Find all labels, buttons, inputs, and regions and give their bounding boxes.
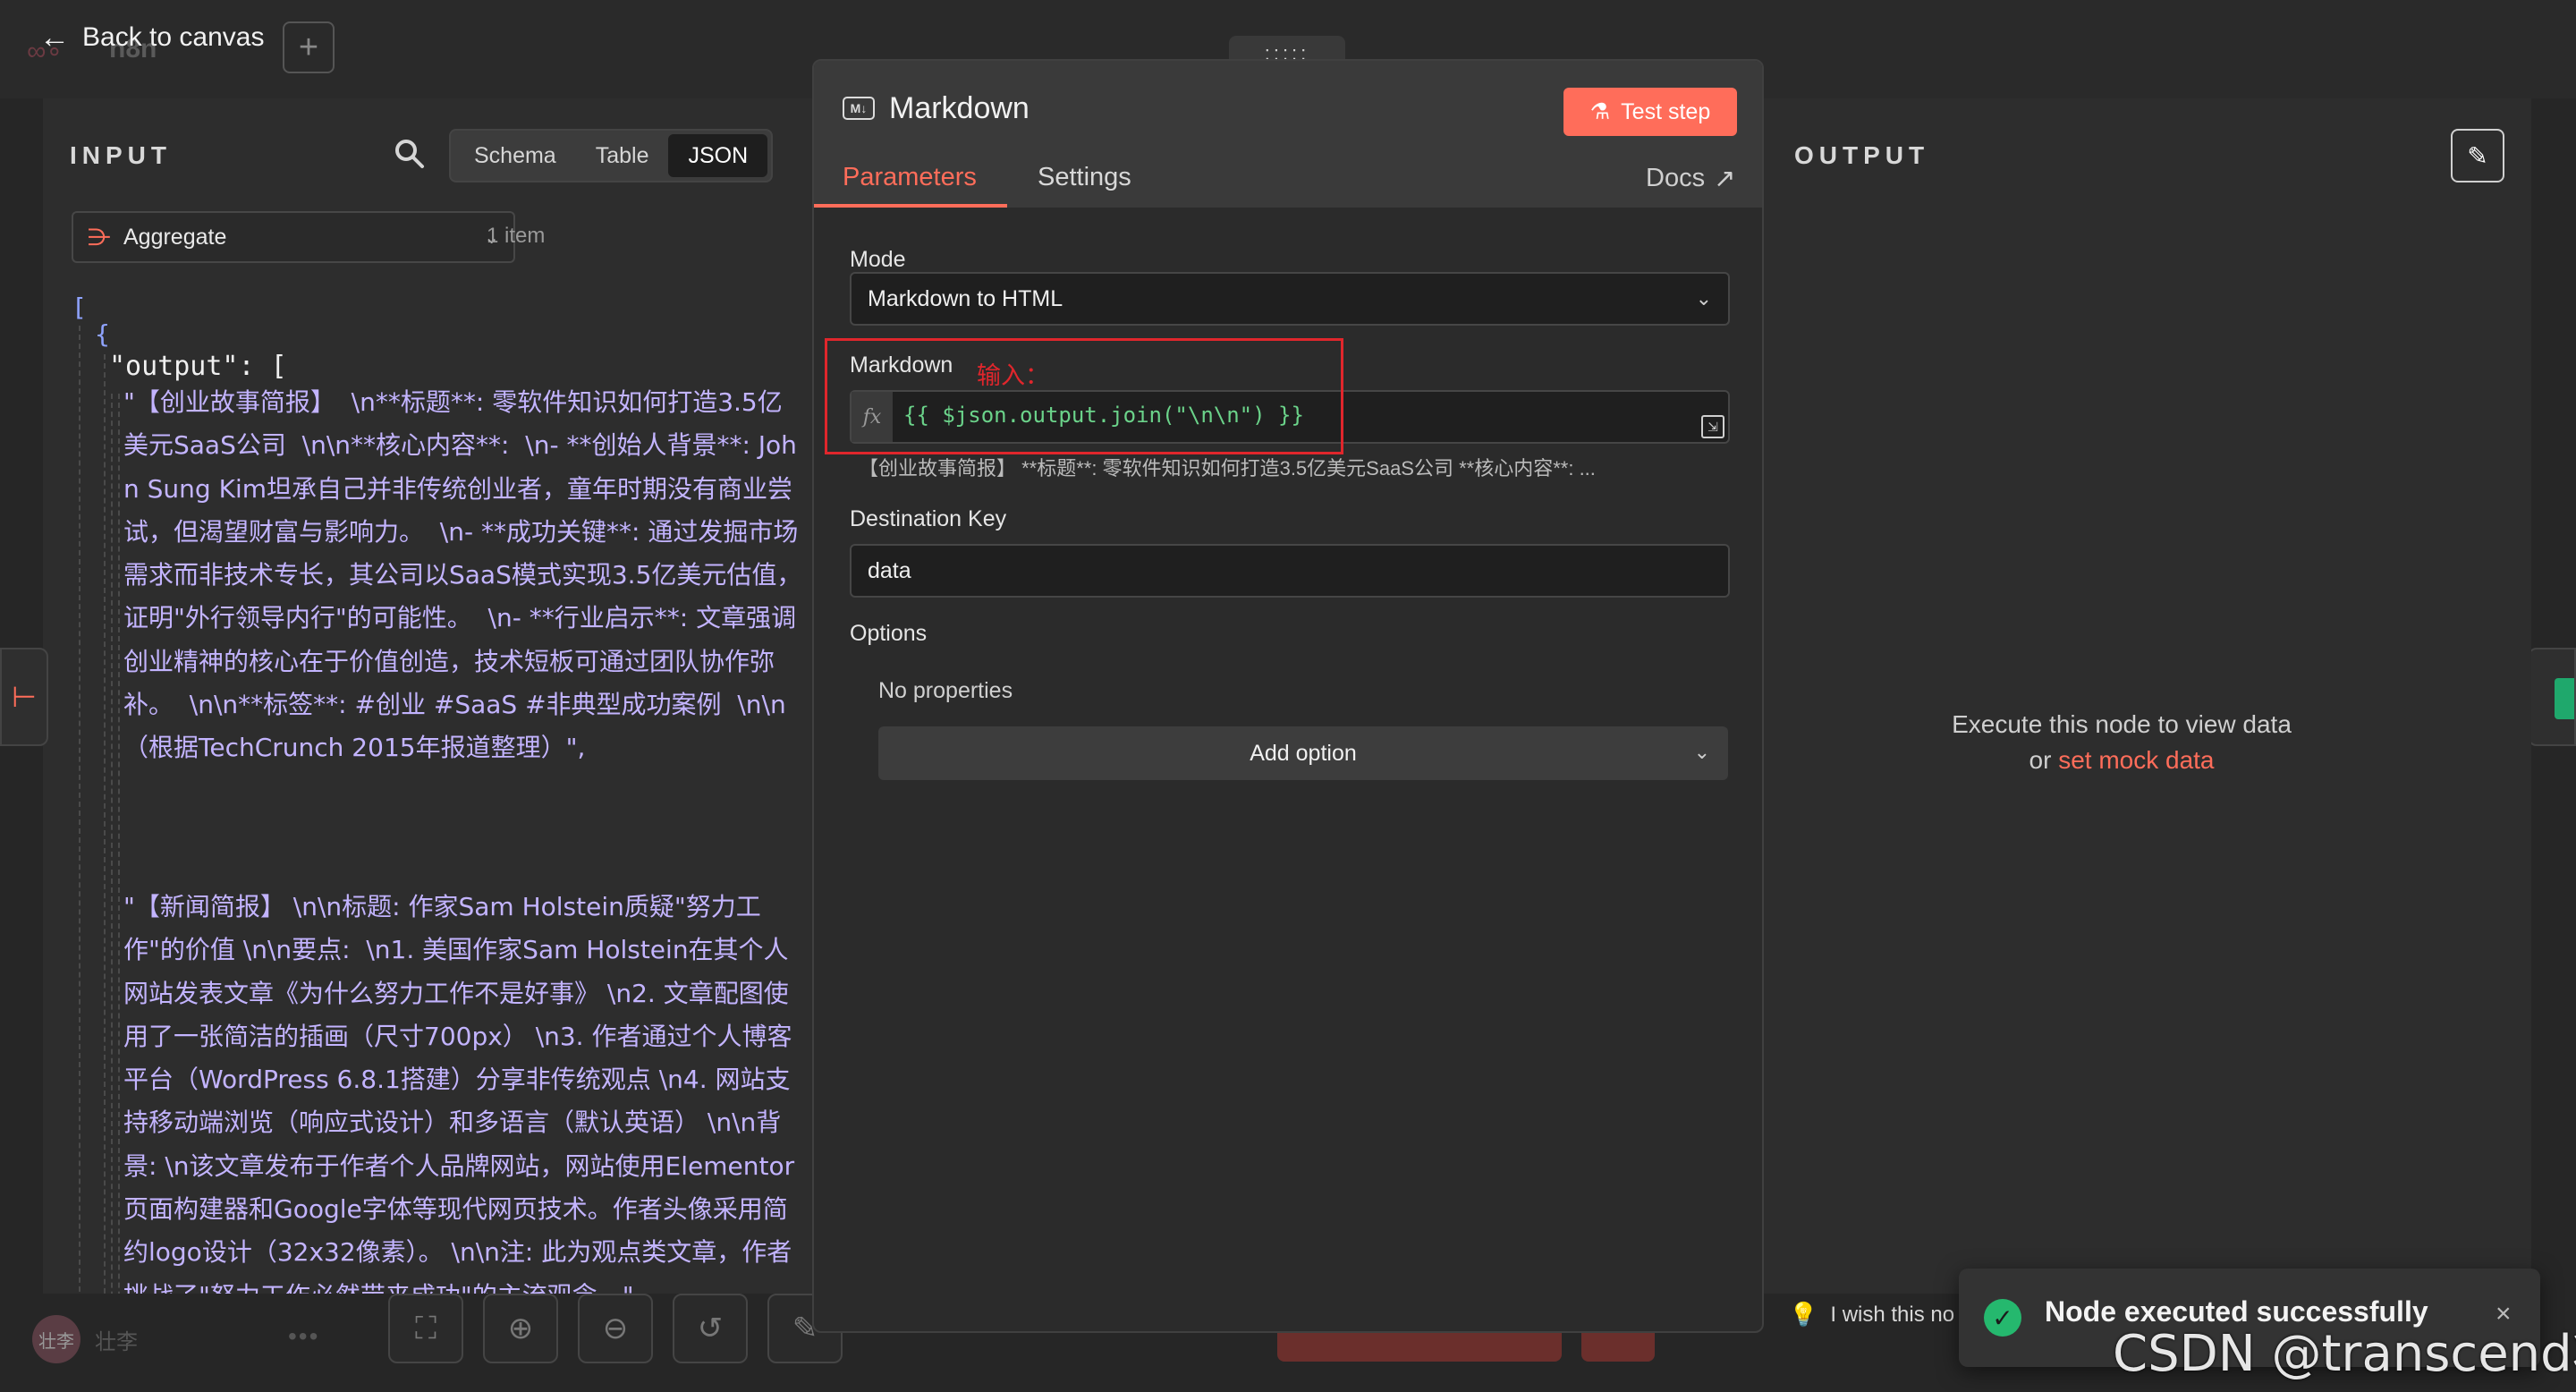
input-panel: INPUT Schema Table JSON ⋺ Aggregate ⌄ 1 … [43, 98, 814, 1294]
user-name: 壮李 [95, 1329, 138, 1354]
canvas-controls: ⛶ ⊕ ⊖ ↺ ✎ [388, 1294, 843, 1363]
fit-view-icon[interactable]: ⛶ [388, 1294, 463, 1363]
pencil-icon: ✎ [2467, 141, 2488, 170]
plus-icon: + [298, 28, 319, 66]
item-count: 1 item [487, 224, 546, 248]
json-string-value: "【创业故事简报】 \n**标题**: 零软件知识如何打造3.5亿美元SaaS公… [123, 387, 802, 763]
add-option-label: Add option [1250, 740, 1357, 766]
output-empty-line1: Execute this node to view data [1952, 710, 2292, 738]
no-properties-text: No properties [878, 678, 1013, 703]
active-tab-indicator [814, 204, 1007, 208]
external-link-icon: ↗ [1714, 165, 1736, 193]
output-panel-title: OUTPUT [1794, 141, 1930, 169]
add-node-button[interactable]: + [283, 21, 335, 73]
lightbulb-icon: 💡 [1789, 1301, 1818, 1328]
arrow-left-icon: ← [39, 21, 70, 55]
input-node-select-value: Aggregate [123, 224, 227, 250]
zoom-out-icon[interactable]: ⊖ [578, 1294, 653, 1363]
watermark: CSDN @transcend壮 [2113, 1325, 2576, 1383]
connector-icon: ⊢ [12, 681, 37, 713]
tab-settings[interactable]: Settings [1038, 163, 1131, 192]
destination-key-value: data [868, 557, 911, 583]
view-tab-table[interactable]: Table [576, 134, 669, 177]
docs-label: Docs [1646, 164, 1706, 192]
view-mode-toggle: Schema Table JSON [449, 129, 774, 182]
output-or-text: or [2029, 746, 2059, 774]
aggregate-icon: ⋺ [88, 223, 111, 250]
check-circle-icon: ✓ [1984, 1299, 2021, 1337]
expression-preview: 【创业故事简报】 **标题**: 零软件知识如何打造3.5亿美元SaaS公司 *… [859, 457, 1596, 480]
modal-tabs: Parameters Settings Docs ↗ [814, 154, 1762, 208]
chevron-down-icon: ⌄ [1695, 287, 1712, 310]
node-settings-modal: M↓ Markdown ⚗ Test step Parameters Setti… [812, 59, 1764, 1333]
reset-zoom-icon[interactable]: ↺ [673, 1294, 748, 1363]
indent-guide [79, 326, 80, 1294]
indent-guide [111, 394, 113, 1294]
json-string-value: "【新闻简报】 \n\n标题: 作家Sam Holstein质疑"努力工作"的价… [123, 892, 795, 1294]
set-mock-data-link[interactable]: set mock data [2058, 746, 2214, 774]
view-tab-schema[interactable]: Schema [454, 134, 576, 177]
feedback-hint[interactable]: 💡 I wish this no [1789, 1301, 1954, 1328]
output-connector-handle[interactable] [2528, 648, 2576, 746]
docs-link[interactable]: Docs ↗ [1646, 163, 1735, 194]
app-root: ∞∘ n8n ← Back to canvas + INPUT Schema T… [0, 0, 2576, 1392]
expand-editor-icon[interactable]: ⇲ [1701, 415, 1724, 438]
input-panel-title: INPUT [70, 141, 172, 169]
avatar: 壮李 [32, 1315, 80, 1363]
mode-select[interactable]: Markdown to HTML ⌄ [850, 272, 1730, 326]
input-connector-handle[interactable]: ⊢ [0, 648, 48, 746]
indent-guide [104, 354, 106, 1294]
output-empty-message: Execute this node to view data or set mo… [1871, 707, 2372, 778]
zoom-in-icon[interactable]: ⊕ [483, 1294, 558, 1363]
annotation-highlight-box [825, 338, 1343, 454]
search-icon[interactable] [390, 134, 429, 174]
tab-parameters[interactable]: Parameters [843, 163, 977, 192]
indent-guide [118, 394, 120, 1294]
back-to-canvas-label: Back to canvas [82, 22, 265, 52]
json-open-brace: { [95, 319, 110, 349]
flask-icon: ⚗ [1589, 99, 1611, 124]
edit-output-button[interactable]: ✎ [2451, 129, 2504, 182]
annotation-label: 输入： [977, 362, 1049, 389]
mode-label: Mode [850, 247, 906, 272]
markdown-icon: M↓ [843, 97, 875, 120]
test-step-label: Test step [1621, 98, 1711, 124]
test-step-button[interactable]: ⚗ Test step [1563, 88, 1737, 136]
json-viewer: [ { "output": [ "【创业故事简报】 \n**标题**: 零软件知… [72, 286, 814, 1294]
output-panel: OUTPUT ✎ Execute this node to view data … [1764, 98, 2531, 1294]
feedback-hint-text: I wish this no [1830, 1302, 1955, 1327]
json-open-bracket: [ [72, 293, 87, 322]
chevron-down-icon: ⌄ [1693, 741, 1710, 763]
destination-key-label: Destination Key [850, 506, 1007, 531]
user-menu[interactable]: 壮李 壮李 [32, 1315, 138, 1363]
destination-key-input[interactable]: data [850, 544, 1730, 598]
mode-select-value: Markdown to HTML [868, 285, 1063, 311]
input-node-select[interactable]: ⋺ Aggregate ⌄ [72, 211, 515, 263]
view-tab-json[interactable]: JSON [668, 134, 768, 177]
more-options-icon[interactable]: ••• [288, 1322, 319, 1351]
modal-header: M↓ Markdown ⚗ Test step Parameters Setti… [814, 61, 1762, 208]
add-option-button[interactable]: Add option ⌄ [878, 726, 1728, 780]
node-title[interactable]: Markdown [889, 91, 1030, 126]
output-empty-line2: or set mock data [1871, 743, 2372, 778]
back-to-canvas-link[interactable]: ← Back to canvas [39, 18, 264, 57]
options-label: Options [850, 621, 928, 646]
